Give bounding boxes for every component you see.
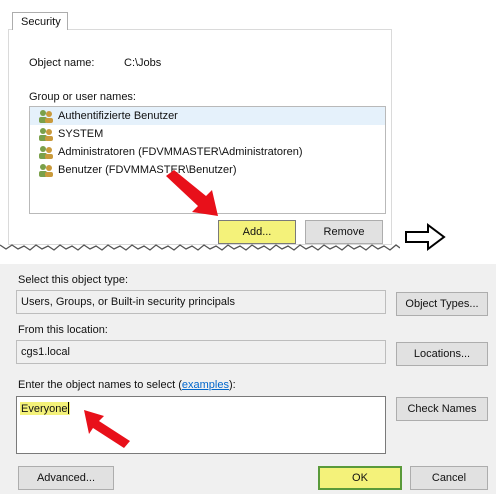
object-name-label: Object name: — [29, 57, 95, 69]
examples-link[interactable]: examples — [182, 379, 229, 391]
remove-button[interactable]: Remove — [305, 220, 383, 244]
users-icon — [39, 110, 53, 123]
check-names-button[interactable]: Check Names — [396, 397, 488, 421]
location-label: From this location: — [18, 324, 108, 336]
locations-button[interactable]: Locations... — [396, 342, 488, 366]
list-item[interactable]: Authentifizierte Benutzer — [30, 107, 385, 125]
annotation-arrow — [166, 170, 218, 216]
enter-names-label: Enter the object names to select (exampl… — [18, 379, 236, 391]
object-types-button[interactable]: Object Types... — [396, 292, 488, 316]
users-icon — [39, 146, 53, 159]
ok-button[interactable]: OK — [318, 466, 402, 490]
user-name: Administratoren (FDVMMASTER\Administrato… — [58, 146, 303, 158]
enter-names-label-pre: Enter the object names to select ( — [18, 379, 182, 391]
tab-security[interactable]: Security — [12, 12, 68, 30]
user-name: SYSTEM — [58, 128, 104, 140]
tab-security-label: Security — [21, 16, 61, 28]
object-type-label: Select this object type: — [18, 274, 129, 286]
torn-edge-divider — [0, 244, 400, 251]
object-names-input[interactable]: Everyone — [16, 396, 386, 454]
user-name: Authentifizierte Benutzer — [58, 110, 178, 122]
object-names-text: Everyone — [21, 403, 68, 415]
list-item[interactable]: SYSTEM — [30, 125, 385, 143]
add-button[interactable]: Add... — [218, 220, 296, 244]
step-arrow-icon — [405, 223, 446, 251]
enter-names-label-post: ): — [228, 379, 236, 391]
advanced-button[interactable]: Advanced... — [18, 466, 114, 490]
list-item[interactable]: Administratoren (FDVMMASTER\Administrato… — [30, 143, 385, 161]
object-names-value: Everyone — [20, 402, 71, 415]
object-name-value: C:\Jobs — [124, 57, 162, 69]
text-caret — [68, 402, 70, 414]
group-names-label: Group or user names: — [29, 91, 136, 103]
cancel-button[interactable]: Cancel — [410, 466, 488, 490]
object-type-field: Users, Groups, or Built-in security prin… — [16, 290, 386, 314]
annotation-arrow — [84, 410, 130, 448]
users-icon — [39, 164, 53, 177]
users-icon — [39, 128, 53, 141]
location-field: cgs1.local — [16, 340, 386, 364]
